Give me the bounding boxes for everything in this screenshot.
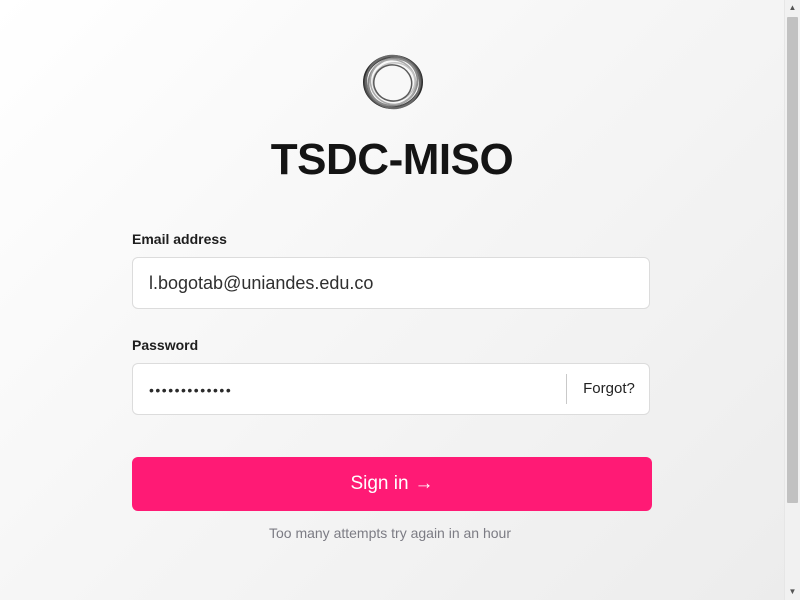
ring-logo-icon bbox=[357, 49, 429, 115]
forgot-password-link[interactable]: Forgot? bbox=[567, 364, 651, 414]
status-message: Too many attempts try again in an hour bbox=[268, 525, 512, 541]
vertical-scrollbar[interactable]: ▲ ▼ bbox=[784, 0, 800, 600]
scrollbar-thumb[interactable] bbox=[787, 17, 798, 503]
email-field[interactable]: l.bogotab@uniandes.edu.co bbox=[132, 257, 650, 309]
password-value[interactable]: ••••••••••••• bbox=[149, 364, 232, 414]
sign-in-label: Sign in bbox=[350, 473, 409, 494]
scroll-up-icon[interactable]: ▲ bbox=[785, 0, 800, 16]
arrow-right-icon: → bbox=[414, 473, 434, 494]
scroll-down-icon[interactable]: ▼ bbox=[785, 584, 800, 600]
password-label: Password bbox=[132, 337, 199, 353]
email-value[interactable]: l.bogotab@uniandes.edu.co bbox=[149, 258, 373, 308]
sign-in-button[interactable]: Sign in → bbox=[132, 457, 652, 511]
password-field[interactable]: ••••••••••••• Forgot? bbox=[132, 363, 650, 415]
app-title: TSDC-MISO bbox=[270, 135, 514, 184]
email-label: Email address bbox=[132, 231, 227, 247]
